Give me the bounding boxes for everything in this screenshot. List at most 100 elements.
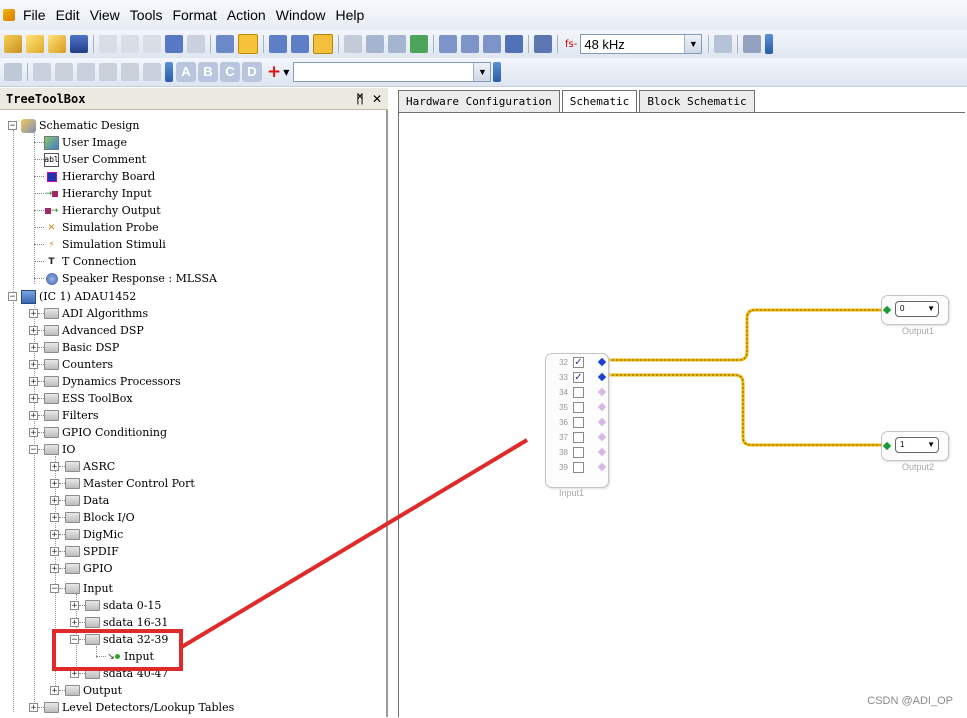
expand-icon[interactable]: + bbox=[29, 326, 38, 336]
expand-icon[interactable]: + bbox=[29, 377, 38, 387]
link-download-icon[interactable] bbox=[461, 35, 479, 53]
wire-output2[interactable] bbox=[604, 373, 883, 447]
expand-icon[interactable]: + bbox=[29, 428, 38, 438]
tree-folder-adi-algorithms[interactable]: + ADI Algorithms bbox=[29, 305, 148, 322]
tree-folder-level-detectors[interactable]: + Level Detectors/Lookup Tables bbox=[29, 699, 234, 716]
channel-checkbox[interactable] bbox=[573, 447, 584, 458]
channel-checkbox[interactable]: ✓ bbox=[573, 372, 584, 383]
chevron-down-icon[interactable]: ▼ bbox=[927, 438, 935, 452]
cell-c-button[interactable]: C bbox=[220, 62, 240, 82]
sample-rate-select[interactable]: 48 kHz ▼ bbox=[580, 34, 703, 54]
align-right-icon[interactable] bbox=[143, 63, 161, 81]
hierarchy-icon[interactable] bbox=[534, 35, 552, 53]
tree-folder-filters[interactable]: + Filters bbox=[29, 407, 99, 424]
collapse-icon[interactable]: − bbox=[8, 121, 17, 131]
wire-output1[interactable] bbox=[604, 308, 883, 362]
tree-item-hierarchy-output[interactable]: → Hierarchy Output bbox=[34, 202, 161, 219]
open-folder-icon[interactable] bbox=[26, 35, 44, 53]
link-run-icon[interactable] bbox=[483, 35, 501, 53]
rows-icon[interactable] bbox=[388, 35, 406, 53]
align-bottom-icon[interactable] bbox=[77, 63, 95, 81]
view-three-icon[interactable] bbox=[313, 34, 333, 54]
collapse-icon[interactable]: − bbox=[8, 292, 17, 302]
expand-icon[interactable]: + bbox=[50, 462, 59, 472]
expand-icon[interactable]: + bbox=[29, 394, 38, 404]
open-recent-icon[interactable] bbox=[48, 35, 66, 53]
save-icon[interactable] bbox=[70, 35, 88, 53]
output1-block[interactable]: 0 ▼ bbox=[881, 295, 949, 325]
expand-icon[interactable]: + bbox=[70, 601, 79, 611]
tree-item-simulation-probe[interactable]: ✕ Simulation Probe bbox=[34, 219, 159, 236]
chevron-down-icon[interactable]: ▼ bbox=[473, 63, 491, 81]
align-center-icon[interactable] bbox=[121, 63, 139, 81]
cell-d-button[interactable]: D bbox=[242, 62, 262, 82]
link-compile-icon[interactable] bbox=[439, 35, 457, 53]
expand-icon[interactable]: + bbox=[50, 496, 59, 506]
tree-item-speaker-response[interactable]: Speaker Response : MLSSA bbox=[34, 270, 217, 287]
download-icon[interactable] bbox=[505, 35, 523, 53]
align-middle-icon[interactable] bbox=[55, 63, 73, 81]
expand-icon[interactable]: + bbox=[29, 411, 38, 421]
expand-icon[interactable]: + bbox=[29, 343, 38, 353]
columns-icon[interactable] bbox=[366, 35, 384, 53]
tab-hardware-configuration[interactable]: Hardware Configuration bbox=[398, 90, 560, 112]
tree-folder-dynamics[interactable]: + Dynamics Processors bbox=[29, 373, 181, 390]
expand-icon[interactable]: + bbox=[50, 479, 59, 489]
add-icon[interactable]: + bbox=[267, 62, 281, 82]
expand-icon[interactable]: + bbox=[70, 618, 79, 628]
output2-block[interactable]: 1 ▼ bbox=[881, 431, 949, 461]
output1-select[interactable]: 0 ▼ bbox=[895, 301, 939, 317]
channel-checkbox[interactable] bbox=[573, 402, 584, 413]
channel-checkbox[interactable]: ✓ bbox=[573, 357, 584, 368]
view-two-icon[interactable] bbox=[291, 35, 309, 53]
tree-folder-data[interactable]: + Data bbox=[50, 492, 109, 509]
collapse-icon[interactable]: − bbox=[50, 584, 59, 594]
expand-icon[interactable]: + bbox=[29, 703, 38, 713]
tree-item-simulation-stimuli[interactable]: ⚡ Simulation Stimuli bbox=[34, 236, 166, 253]
channel-checkbox[interactable] bbox=[573, 462, 584, 473]
menu-action[interactable]: Action bbox=[223, 7, 270, 23]
undo-icon[interactable] bbox=[165, 35, 183, 53]
menu-window[interactable]: Window bbox=[272, 7, 330, 23]
expand-icon[interactable]: + bbox=[50, 564, 59, 574]
menu-help[interactable]: Help bbox=[332, 7, 369, 23]
tree-folder-gpio-conditioning[interactable]: + GPIO Conditioning bbox=[29, 424, 167, 441]
align-icon[interactable] bbox=[216, 35, 234, 53]
channel-checkbox[interactable] bbox=[573, 387, 584, 398]
close-icon[interactable]: ✕ bbox=[372, 92, 382, 106]
tree-item-user-comment[interactable]: abl User Comment bbox=[34, 151, 146, 168]
pin-icon[interactable]: ᛗ bbox=[356, 92, 363, 106]
tree-folder-advanced-dsp[interactable]: + Advanced DSP bbox=[29, 322, 144, 339]
format-select[interactable]: ▼ bbox=[293, 62, 492, 82]
cell-a-button[interactable]: A bbox=[176, 62, 196, 82]
tab-block-schematic[interactable]: Block Schematic bbox=[639, 90, 755, 112]
tree-folder-gpio[interactable]: + GPIO bbox=[50, 560, 113, 577]
cut-icon[interactable] bbox=[99, 35, 117, 53]
collapse-icon[interactable]: − bbox=[29, 445, 38, 455]
chevron-down-icon[interactable]: ▼ bbox=[927, 302, 935, 316]
expand-icon[interactable]: + bbox=[29, 360, 38, 370]
menu-view[interactable]: View bbox=[86, 7, 124, 23]
tree-folder-sdata-0-15[interactable]: + sdata 0-15 bbox=[70, 597, 161, 614]
channel-checkbox[interactable] bbox=[573, 432, 584, 443]
channel-checkbox[interactable] bbox=[573, 417, 584, 428]
input-pin-icon[interactable] bbox=[882, 441, 892, 451]
new-project-icon[interactable] bbox=[4, 35, 22, 53]
pointer-icon[interactable] bbox=[238, 34, 258, 54]
tree-item-ic[interactable]: − (IC 1) ADAU1452 bbox=[8, 288, 136, 305]
menu-format[interactable]: Format bbox=[168, 7, 220, 23]
distribute-icon[interactable] bbox=[4, 63, 22, 81]
cell-b-button[interactable]: B bbox=[198, 62, 218, 82]
align-left-icon[interactable] bbox=[99, 63, 117, 81]
expand-icon[interactable]: + bbox=[50, 513, 59, 523]
view-one-icon[interactable] bbox=[269, 35, 287, 53]
schematic-canvas[interactable]: 32 ✓ 33 ✓ 34 35 36 37 38 39 Input1 0 ▼ Outp… bbox=[398, 112, 965, 717]
tree-folder-block-io[interactable]: + Block I/O bbox=[50, 509, 135, 526]
wrench-icon[interactable] bbox=[743, 35, 762, 53]
menu-file[interactable]: File bbox=[19, 7, 50, 23]
add-dropdown-icon[interactable]: ▼ bbox=[283, 68, 289, 77]
chevron-down-icon[interactable]: ▼ bbox=[684, 35, 702, 53]
expand-icon[interactable]: + bbox=[29, 309, 38, 319]
tree-folder-asrc[interactable]: + ASRC bbox=[50, 458, 115, 475]
expand-icon[interactable]: + bbox=[50, 530, 59, 540]
